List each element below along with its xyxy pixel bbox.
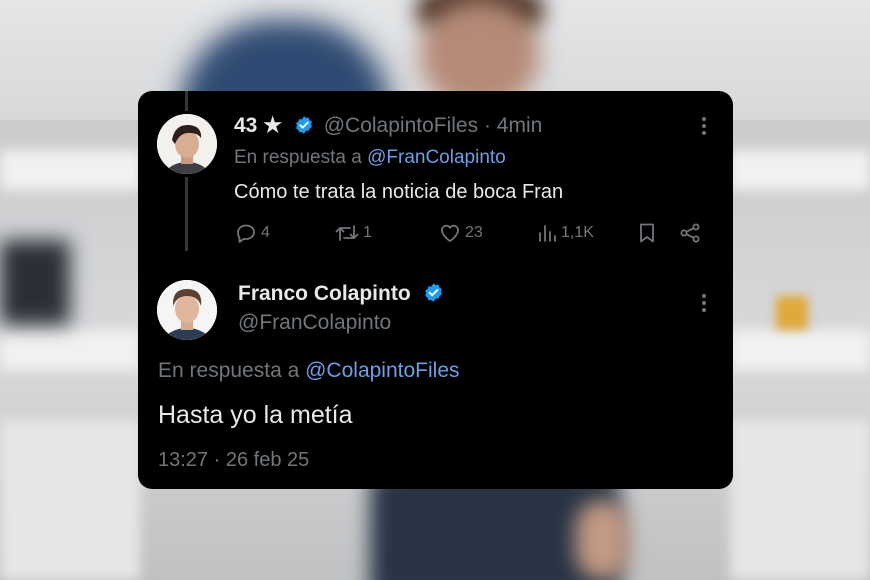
tweet-screenshot-card: 43 ★ @ColapintoFiles · 4min En respuesta… [138, 91, 733, 489]
more-vertical-icon[interactable] [700, 117, 708, 139]
reply-to-mention[interactable]: @FranColapinto [367, 147, 506, 168]
reply-count: 4 [261, 224, 270, 241]
repost-icon [335, 225, 359, 241]
reply-icon [237, 224, 255, 243]
reply-author-name[interactable]: 43 [234, 114, 257, 137]
main-reply-context: En respuesta a @ColapintoFiles [158, 359, 460, 383]
share-button[interactable] [678, 221, 705, 245]
reply-time-ago[interactable]: 4min [497, 114, 543, 137]
avatar-francolapinto[interactable] [157, 280, 217, 340]
avatar-colapintofiles[interactable] [157, 114, 217, 174]
main-tweet-date: 26 feb 25 [225, 449, 310, 471]
main-author-handle[interactable]: @FranColapinto [238, 311, 391, 335]
main-tweet-text: Hasta yo la metía [158, 401, 353, 429]
main-author-name[interactable]: Franco Colapinto [238, 282, 411, 305]
bookmark-icon [640, 223, 654, 243]
reply-tweet-text: Cómo te trata la noticia de boca Fran [234, 181, 564, 203]
views-count: 1,1K [561, 224, 594, 241]
main-tweet-time: 13:27 [158, 449, 209, 471]
more-vertical-icon[interactable] [700, 294, 708, 316]
star-glyph: ★ [263, 114, 283, 137]
like-button[interactable]: 23 [438, 221, 483, 245]
share-icon [680, 223, 700, 243]
main-tweet-timestamp[interactable]: 13:27 · 26 feb 25 [158, 449, 309, 472]
reply-button[interactable]: 4 [234, 221, 270, 245]
thread-line-top [185, 91, 188, 111]
reply-context: En respuesta a @FranColapinto [234, 147, 506, 169]
verified-badge-icon [423, 282, 444, 309]
reply-author-handle[interactable]: @ColapintoFiles [324, 114, 478, 137]
thread-line [185, 177, 188, 251]
bookmark-button[interactable] [636, 221, 661, 245]
main-author-row: Franco Colapinto [238, 282, 448, 309]
views-button[interactable]: 1,1K [536, 221, 594, 245]
like-count: 23 [465, 224, 483, 241]
separator-dot: · [483, 114, 491, 137]
verified-badge-icon [294, 115, 314, 141]
timestamp-separator: · [213, 449, 221, 471]
tweet-action-bar: 4 1 23 1,1K [234, 221, 714, 247]
main-reply-prefix: En respuesta a [158, 359, 300, 382]
repost-count: 1 [363, 224, 372, 241]
main-reply-to-mention[interactable]: @ColapintoFiles [305, 359, 459, 382]
heart-icon [441, 224, 459, 242]
views-icon [539, 225, 556, 242]
reply-prefix: En respuesta a [234, 147, 362, 168]
repost-button[interactable]: 1 [334, 221, 372, 245]
reply-tweet-header: 43 ★ @ColapintoFiles · 4min [234, 113, 542, 141]
